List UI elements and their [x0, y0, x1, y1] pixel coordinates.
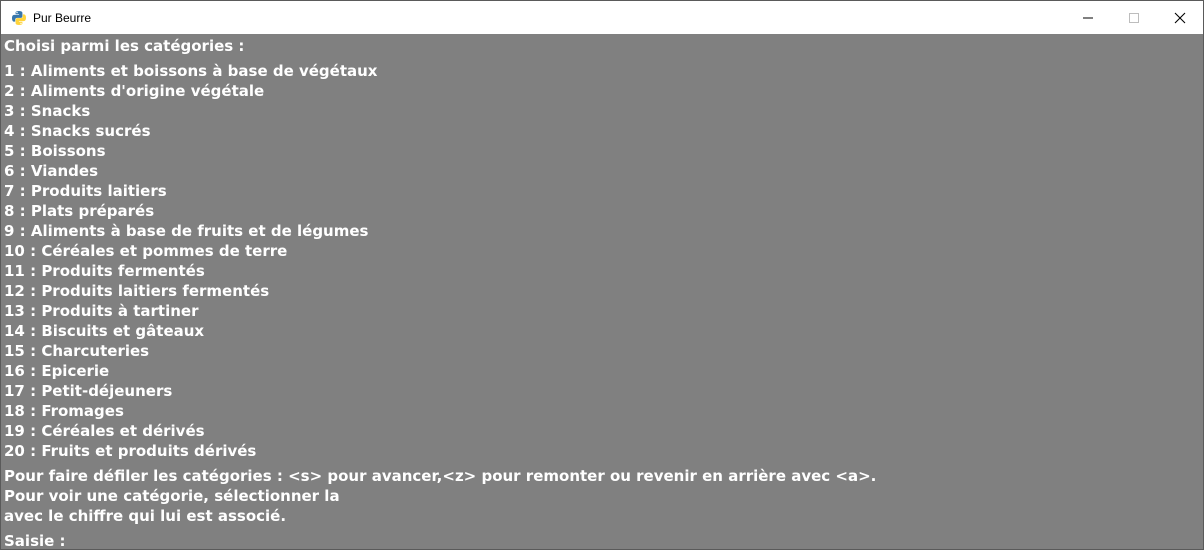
instructions: Pour faire défiler les catégories : <s> …	[4, 466, 1200, 526]
maximize-button[interactable]	[1111, 1, 1157, 34]
maximize-icon	[1129, 12, 1139, 23]
category-item: 3 : Snacks	[4, 102, 91, 120]
category-item: 19 : Céréales et dérivés	[4, 422, 205, 440]
category-item: 20 : Fruits et produits dérivés	[4, 442, 257, 460]
instruction-line: Pour faire défiler les catégories : <s> …	[4, 467, 877, 485]
console-output: Choisi parmi les catégories : 1 : Alimen…	[4, 36, 1200, 549]
category-item: 16 : Epicerie	[4, 362, 110, 380]
category-item: 18 : Fromages	[4, 402, 124, 420]
window-controls	[1065, 1, 1203, 34]
category-item: 10 : Céréales et pommes de terre	[4, 242, 288, 260]
category-item: 17 : Petit-déjeuners	[4, 382, 173, 400]
category-item: 1 : Aliments et boissons à base de végét…	[4, 62, 378, 80]
category-item: 4 : Snacks sucrés	[4, 122, 151, 140]
minimize-button[interactable]	[1065, 1, 1111, 34]
window-title: Pur Beurre	[33, 10, 92, 25]
menu-heading: Choisi parmi les catégories :	[4, 37, 245, 55]
app-window: Pur Beurre Choisi parmi les catégories:…	[0, 0, 1204, 550]
title-bar[interactable]: Pur Beurre	[1, 1, 1203, 34]
python-icon	[12, 10, 26, 25]
category-list: 1 : Aliments et boissons à base de végét…	[4, 61, 1200, 461]
category-item: 11 : Produits fermentés	[4, 262, 205, 280]
close-button[interactable]	[1157, 1, 1203, 34]
category-item: 6 : Viandes	[4, 162, 99, 180]
category-item: 13 : Produits à tartiner	[4, 302, 199, 320]
category-item: 2 : Aliments d'origine végétale	[4, 82, 265, 100]
category-item: 15 : Charcuteries	[4, 342, 150, 360]
category-item: 14 : Biscuits et gâteaux	[4, 322, 205, 340]
instruction-line: avec le chiffre qui lui est associé.	[4, 507, 287, 525]
input-prompt[interactable]: Saisie :	[4, 531, 1200, 549]
instruction-line: Pour voir une catégorie, sélectionner la	[4, 487, 340, 505]
category-item: 7 : Produits laitiers	[4, 182, 167, 200]
close-icon	[1174, 12, 1186, 23]
category-item: 9 : Aliments à base de fruits et de légu…	[4, 222, 369, 240]
category-item: 12 : Produits laitiers fermentés	[4, 282, 270, 300]
minimize-icon	[1083, 17, 1093, 18]
category-item: 8 : Plats préparés	[4, 202, 155, 220]
category-item: 5 : Boissons	[4, 142, 106, 160]
